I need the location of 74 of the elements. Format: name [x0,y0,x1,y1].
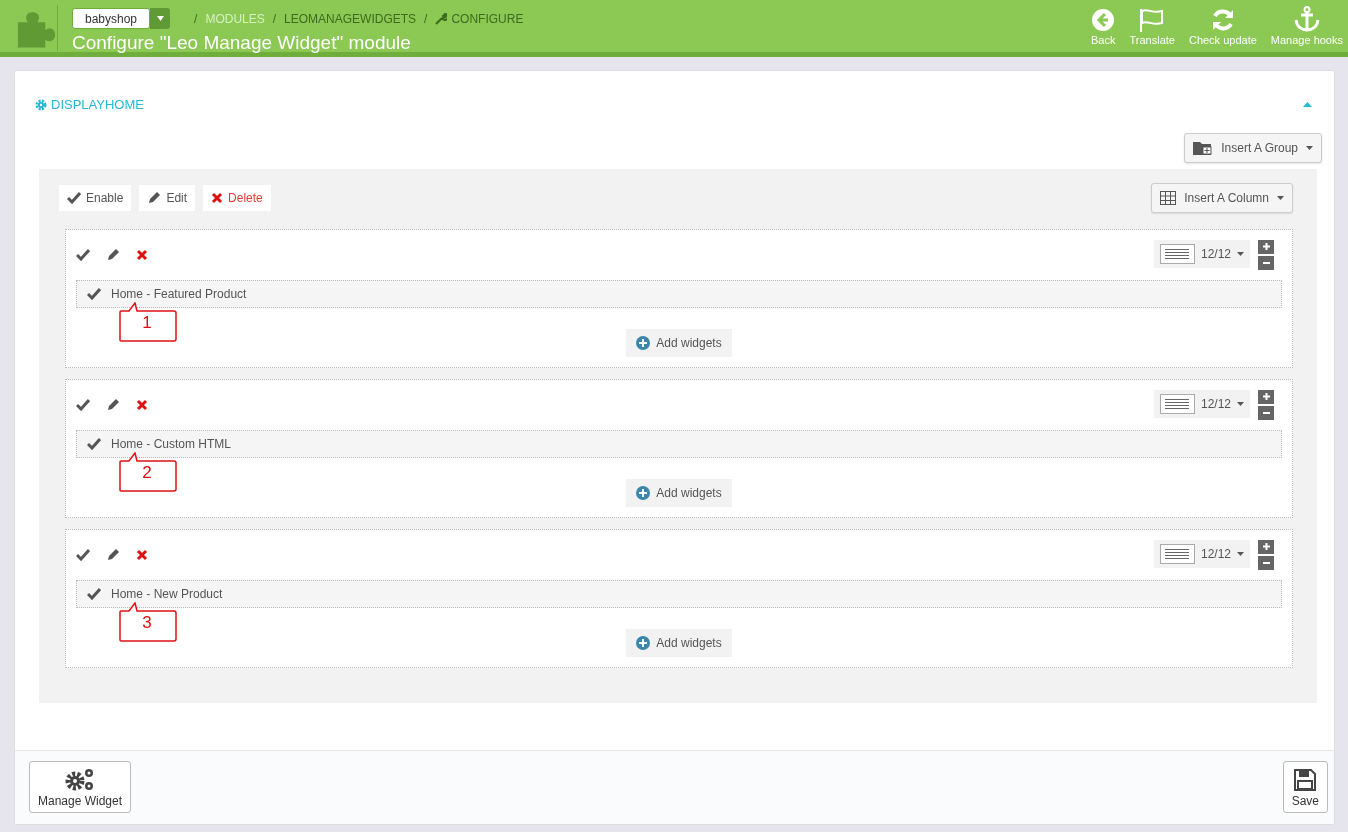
check-icon [76,548,90,561]
add-widgets-button[interactable]: Add widgets [626,628,732,657]
panel-title: DISPLAYHOME [51,96,144,114]
minus-button[interactable] [1258,255,1274,270]
widget-bar[interactable]: Home - Featured Product [76,279,1282,308]
lines-icon [1165,248,1190,259]
close-icon [136,248,148,261]
toolbar-button[interactable]: Enable [59,184,132,211]
width-selector[interactable]: 12/12 [1153,389,1250,418]
plus-circle-icon [636,485,651,500]
widget-label[interactable]: Home - New Product [111,584,223,603]
width-selector[interactable]: 12/12 [1153,239,1250,268]
callout-number: 1 [141,313,153,331]
close-icon [211,191,224,204]
minus-button[interactable] [1258,405,1274,420]
callout-bubble [119,451,177,492]
minus-icon [1262,261,1270,264]
check-icon [87,587,101,600]
footer-button[interactable]: Manage Widget [29,761,132,813]
check-icon [67,191,81,204]
pencil-icon [106,547,120,562]
toolbar-button[interactable]: Delete [203,184,271,211]
folder-icon [1193,140,1214,155]
insert-column-button[interactable]: Insert A Column [1151,182,1293,213]
collapse-icon [1303,102,1312,108]
minus-icon [1262,411,1270,414]
check-icon [87,287,101,300]
plus-circle-icon [636,635,651,650]
breadcrumb-separator: / [194,10,198,28]
pencil-icon [147,190,162,205]
widget-bar[interactable]: Home - New Product [76,579,1282,608]
close-icon [136,398,148,411]
caret-icon [1237,401,1244,406]
add-widgets-button[interactable]: Add widgets [626,328,732,357]
callout-bubble [119,301,177,342]
plus-circle-icon [636,335,651,350]
grid-icon [1160,190,1177,205]
breadcrumb-separator: / [272,10,277,28]
minus-button[interactable] [1258,555,1274,570]
pencil-icon [106,397,120,412]
footer-button[interactable]: Save [1282,761,1328,813]
page-title: Configure "Leo Manage Widget" module [72,33,412,54]
plus-button[interactable] [1258,239,1274,254]
caret-icon [156,16,164,21]
plus-icon [1262,543,1270,550]
breadcrumb-separator: / [424,10,428,28]
plus-icon [1262,393,1270,400]
insert-group-button[interactable]: Insert A Group [1184,132,1322,163]
add-widgets-button[interactable]: Add widgets [626,478,732,507]
callout-bubble [119,601,177,642]
close-icon [136,548,148,561]
lines-icon [1165,548,1190,559]
check-icon [76,398,90,411]
check-icon [87,437,101,450]
widget-bar[interactable]: Home - Custom HTML [76,429,1282,458]
callout-number: 2 [141,463,153,481]
pencil-icon [106,247,120,262]
toolbar-button[interactable]: Edit [139,184,196,211]
callout-number: 3 [141,613,153,631]
plus-icon [1262,243,1270,250]
caret-icon [1237,551,1244,556]
lines-icon [1165,398,1190,409]
anchor-icon [1292,5,1321,32]
check-icon [76,248,90,261]
widget-label[interactable]: Home - Featured Product [111,284,247,303]
caret-icon [1237,251,1244,256]
caret-icon [1277,195,1284,200]
caret-icon [1306,145,1313,150]
width-selector[interactable]: 12/12 [1153,539,1250,568]
plus-button[interactable] [1258,539,1274,554]
widget-label[interactable]: Home - Custom HTML [111,434,232,453]
minus-icon [1262,561,1270,564]
refresh-icon [1210,7,1235,32]
plus-button[interactable] [1258,389,1274,404]
